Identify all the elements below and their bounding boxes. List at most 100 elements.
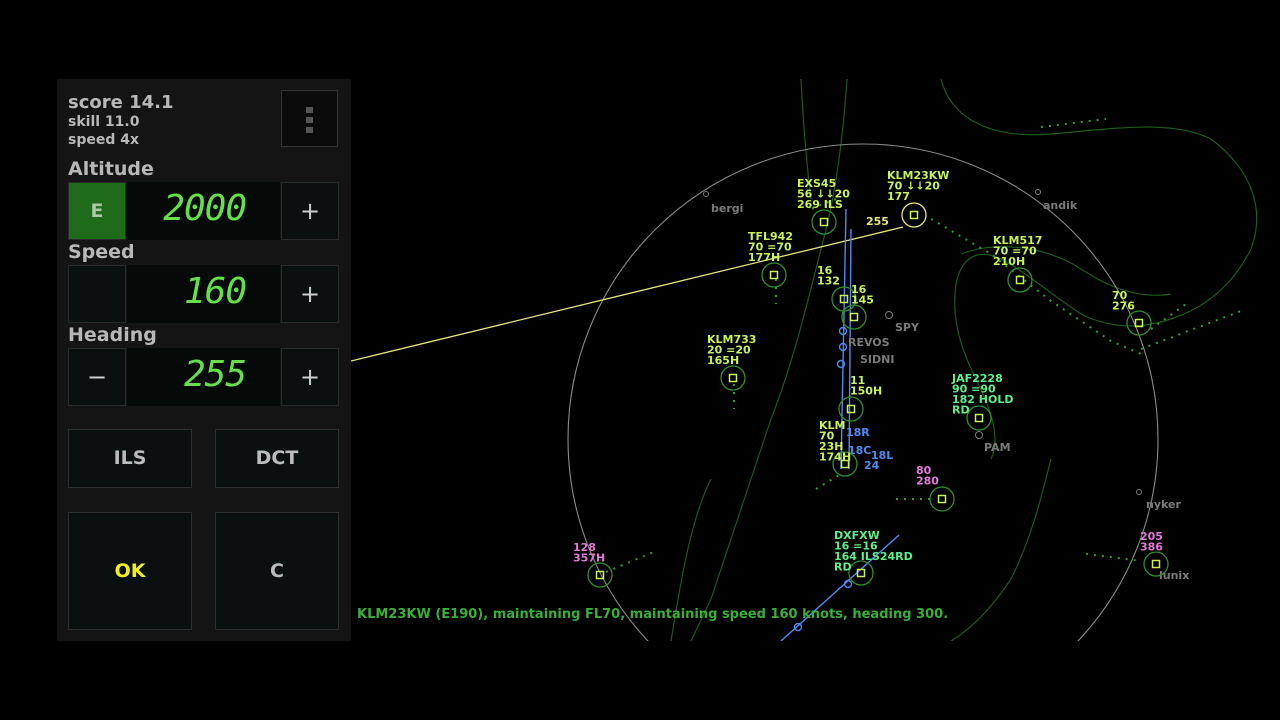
aircraft-square: [937, 494, 947, 504]
skill-text: skill 11.0: [68, 114, 140, 130]
speed-value: 160: [183, 271, 247, 312]
aircraft-label[interactable]: TFL94270 =70177H: [748, 230, 793, 264]
heading-label: Heading: [68, 324, 157, 346]
menu-dots-icon: [306, 107, 313, 113]
aircraft-label-line: 165H: [707, 354, 739, 367]
aircraft-symbol[interactable]: [761, 262, 787, 288]
aircraft-symbol[interactable]: [1143, 551, 1169, 577]
heading-vector-line: [351, 226, 904, 362]
aircraft-ring: [929, 486, 955, 512]
aircraft-label-line: 269 ILS: [797, 198, 843, 211]
aircraft-label-line: 177: [887, 190, 910, 203]
aircraft-label[interactable]: KLM51770 =70210H: [993, 234, 1042, 268]
aircraft-symbol[interactable]: [929, 486, 955, 512]
waypoint-lunix: lunix: [1159, 569, 1189, 582]
radar-scope[interactable]: 255 18R 18C 18L 24 bergi andik SPY REVOS…: [351, 79, 1280, 641]
heading-plus-button[interactable]: +: [281, 348, 339, 406]
aircraft-label-line: 150H: [850, 385, 882, 398]
aircraft-symbol[interactable]: [720, 365, 746, 391]
score-text: score 14.1: [68, 92, 174, 113]
aircraft-ring: [848, 560, 874, 586]
aircraft-symbol[interactable]: [901, 202, 927, 228]
waypoint-nyker: nyker: [1146, 498, 1181, 511]
aircraft-symbol[interactable]: [1007, 267, 1033, 293]
aircraft-square: [846, 404, 856, 414]
dct-button[interactable]: DCT: [215, 429, 339, 488]
aircraft-ring: [901, 202, 927, 228]
aircraft-label[interactable]: DXFXW16 =16164 ILS24RDRD: [834, 529, 913, 574]
aircraft-square: [849, 312, 859, 322]
ils-button[interactable]: ILS: [68, 429, 192, 488]
clear-button[interactable]: C: [215, 512, 339, 630]
aircraft-label[interactable]: 128357H: [573, 541, 605, 565]
aircraft-label-line: 177H: [748, 251, 780, 264]
status-message: KLM23KW (E190), maintaining FL70, mainta…: [357, 607, 949, 622]
menu-button[interactable]: [281, 90, 338, 147]
aircraft-label[interactable]: 80280: [916, 464, 939, 488]
aircraft-square: [769, 270, 779, 280]
aircraft-label-line: RD: [952, 404, 970, 417]
aircraft-symbol[interactable]: [1126, 310, 1152, 336]
aircraft-square: [819, 217, 829, 227]
aircraft-ring: [841, 304, 867, 330]
aircraft-label[interactable]: KLM23KW70 ↓↓20177: [887, 169, 949, 203]
aircraft-square: [974, 413, 984, 423]
aircraft-symbol[interactable]: [848, 560, 874, 586]
altitude-label: Altitude: [68, 158, 154, 180]
aircraft-symbol[interactable]: [966, 405, 992, 431]
aircraft-label-line: 357H: [573, 552, 605, 565]
aircraft-ring: [966, 405, 992, 431]
waypoint-SPY: SPY: [895, 321, 920, 334]
aircraft-ring: [587, 562, 613, 588]
aircraft-label-line: 210H: [993, 255, 1025, 268]
aircraft-square: [909, 210, 919, 220]
aircraft-symbol[interactable]: [841, 304, 867, 330]
speed-label: Speed: [68, 241, 135, 263]
heading-minus-button[interactable]: −: [68, 348, 126, 406]
aircraft-label[interactable]: JAF222890 =90182 HOLDRD: [951, 372, 1014, 417]
aircraft-square: [728, 373, 738, 383]
aircraft-symbol[interactable]: [811, 209, 837, 235]
menu-dot: [306, 117, 313, 123]
aircraft-label[interactable]: 205386: [1140, 530, 1163, 554]
heading-vector-label: 255: [866, 215, 889, 228]
waypoint-SIDNI: SIDNI: [860, 353, 894, 366]
aircraft-label[interactable]: 16145: [851, 283, 874, 307]
waypoint-andik: andik: [1043, 199, 1078, 212]
aircraft-label[interactable]: KLM73320 =20165H: [707, 333, 756, 367]
aircraft-ring: [761, 262, 787, 288]
aircraft-ring: [1007, 267, 1033, 293]
aircraft-ring: [1126, 310, 1152, 336]
aircraft-label-line: 145: [851, 294, 874, 307]
control-panel: score 14.1 skill 11.0 speed 4x Altitude …: [57, 79, 351, 641]
aircraft-symbol[interactable]: [587, 562, 613, 588]
aircraft-labels: EXS4556 ↓↓20269 ILS KLM23KW70 ↓↓20177 TFL9…: [573, 169, 1163, 574]
altitude-plus-button[interactable]: +: [281, 182, 339, 240]
aircraft-label-line: 280: [916, 475, 939, 488]
aircraft-label-line: 132: [817, 275, 840, 288]
aircraft-label[interactable]: 16132: [817, 264, 840, 288]
aircraft-label[interactable]: 11150H: [850, 374, 882, 398]
menu-dot: [306, 127, 313, 133]
expedite-button[interactable]: E: [68, 182, 126, 240]
heading-value: 255: [183, 354, 247, 395]
aircraft-square: [1015, 275, 1025, 285]
aircraft-label[interactable]: EXS4556 ↓↓20269 ILS: [797, 177, 850, 211]
waypoint-bergi: bergi: [711, 202, 743, 215]
aircraft-ring: [1143, 551, 1169, 577]
aircraft-label-line: RD: [834, 561, 852, 574]
runway-18C: 18C: [848, 444, 871, 457]
runway-24: 24: [864, 459, 880, 472]
aircraft-ring: [720, 365, 746, 391]
waypoint-REVOS: REVOS: [848, 336, 890, 349]
altitude-value: 2000: [163, 188, 247, 229]
speed-plus-button[interactable]: +: [281, 265, 339, 323]
speed-minus-button[interactable]: [68, 265, 126, 323]
aircraft-label-line: 174H: [819, 451, 851, 464]
runway-labels: 18R 18C 18L 24: [846, 426, 893, 472]
aircraft-label-line: 276: [1112, 300, 1135, 313]
atc-game-screen: score 14.1 skill 11.0 speed 4x Altitude …: [57, 79, 1280, 641]
waypoint-PAM: PAM: [984, 441, 1011, 454]
ok-button[interactable]: OK: [68, 512, 192, 630]
altitude-readout: 2000: [127, 182, 280, 240]
